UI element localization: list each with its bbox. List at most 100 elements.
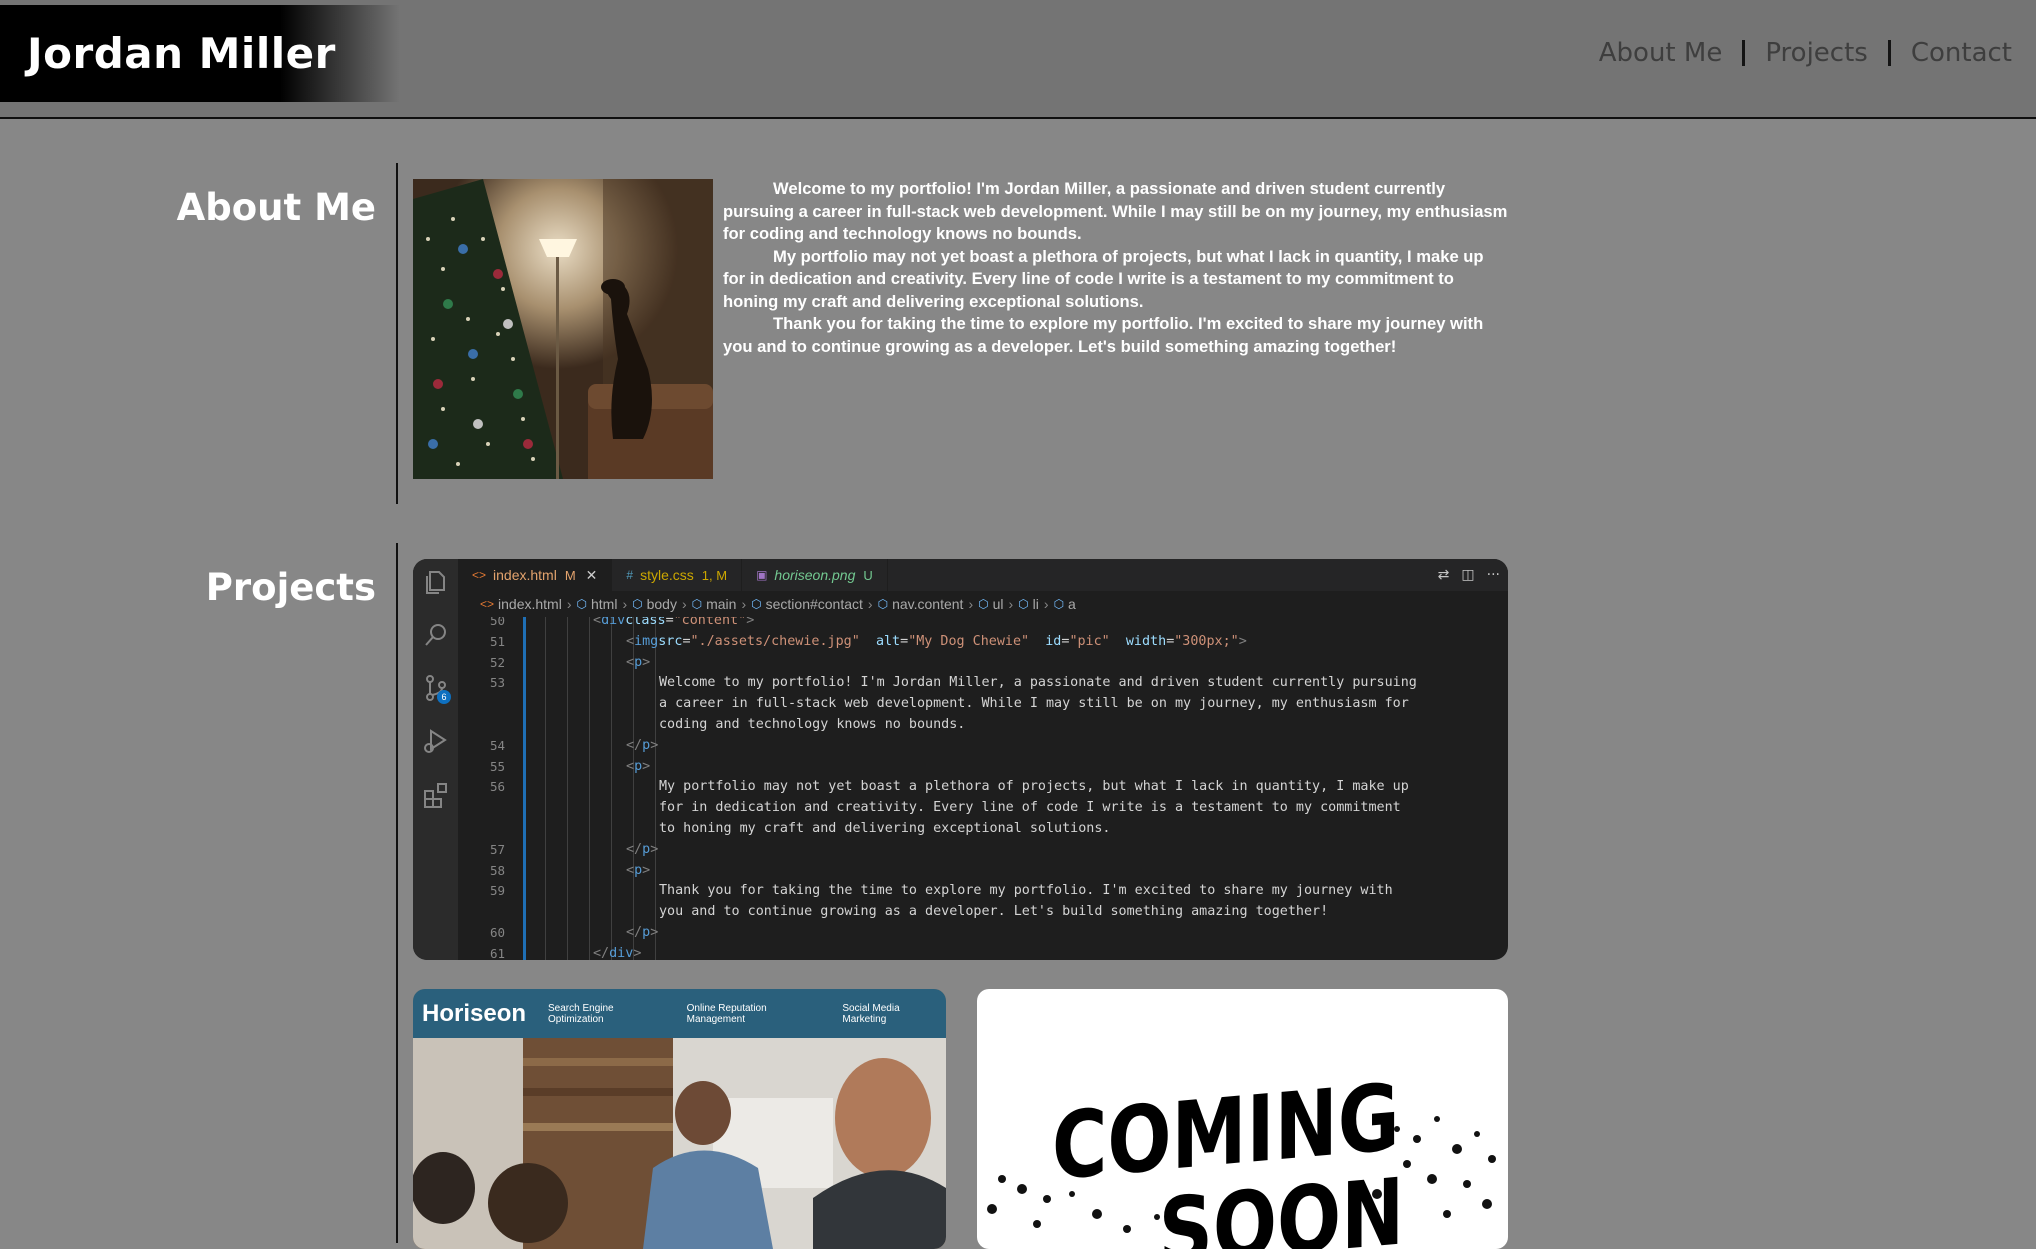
scm-badge: 6: [437, 690, 451, 704]
code-text: <p>: [626, 758, 651, 774]
line-number: 54: [489, 737, 505, 753]
tab-style-css[interactable]: # style.css 1, M: [612, 559, 743, 591]
element-icon: ⬡: [1053, 597, 1065, 611]
code-text: coding and technology knows no bounds.: [659, 717, 966, 732]
code-line: you and to continue growing as a develop…: [458, 902, 1508, 923]
about-paragraph: Welcome to my portfolio! I'm Jordan Mill…: [723, 179, 1508, 243]
code-text: <p>: [626, 862, 651, 878]
code-text: <divclass="content">: [593, 617, 755, 628]
breadcrumb-item[interactable]: ⬡ body ›: [632, 596, 692, 612]
nav-link-contact[interactable]: Contact: [1911, 38, 2012, 68]
code-line: 50 <divclass="content">: [458, 617, 1508, 632]
main-nav: About Me Projects Contact: [1599, 38, 2012, 68]
project-card-coming-soon[interactable]: COMING SOON: [977, 989, 1508, 1249]
code-line: 60 </p>: [458, 923, 1508, 944]
line-number: 53: [489, 675, 505, 691]
code-line: 51 <imgsrc="./assets/chewie.jpg" alt="My …: [458, 632, 1508, 653]
about-photo: [413, 179, 713, 479]
code-line: for in dedication and creativity. Every …: [458, 798, 1508, 819]
horiseon-hero-image: [413, 1038, 946, 1249]
section-divider-line: [396, 163, 398, 504]
compare-changes-icon[interactable]: ⇄: [1438, 567, 1450, 583]
about-heading: About Me: [176, 186, 376, 229]
site-title: Jordan Miller: [27, 29, 336, 78]
split-editor-icon[interactable]: ◫: [1461, 567, 1474, 583]
project-card-horiseon[interactable]: Horiseon Search Engine Optimization Onli…: [413, 989, 946, 1249]
code-text: a career in full-stack web development. …: [659, 696, 1409, 712]
code-line: a career in full-stack web development. …: [458, 694, 1508, 715]
element-icon: ⬡: [691, 597, 703, 611]
breadcrumb-item[interactable]: ⬡ ul ›: [978, 596, 1018, 612]
tab-horiseon-png[interactable]: ▣ horiseon.png U: [742, 559, 888, 591]
code-line: 53 Welcome to my portfolio! I'm Jordan Mi…: [458, 673, 1508, 694]
more-actions-icon[interactable]: ···: [1487, 567, 1500, 583]
code-text: for in dedication and creativity. Every …: [659, 800, 1401, 816]
tab-label: index.html: [493, 567, 557, 583]
about-paragraph: Thank you for taking the time to explore…: [723, 314, 1484, 356]
code-line: 55 <p>: [458, 757, 1508, 778]
editor-tabs: <> index.html M ✕ # style.css 1, M ▣ hor…: [458, 559, 1508, 591]
site-header: Jordan Miller About Me Projects Contact: [0, 0, 2036, 119]
line-number: 51: [489, 633, 505, 649]
element-icon: ⬡: [978, 597, 989, 611]
code-text: My portfolio may not yet boast a plethor…: [659, 779, 1409, 795]
run-debug-icon: [424, 729, 447, 753]
element-icon: ⬡: [1018, 597, 1029, 611]
nav-link-about[interactable]: About Me: [1599, 38, 1723, 68]
line-number: 58: [489, 862, 505, 878]
element-icon: ⬡: [877, 597, 889, 611]
html-file-icon: <>: [472, 568, 487, 582]
code-text: Welcome to my portfolio! I'm Jordan Mill…: [659, 675, 1417, 691]
line-number: 61: [489, 945, 505, 960]
breadcrumb-item[interactable]: ⬡ a: [1054, 596, 1076, 612]
nav-link-projects[interactable]: Projects: [1765, 38, 1868, 68]
code-line: to honing my craft and delivering except…: [458, 819, 1508, 840]
line-number: 57: [489, 841, 505, 857]
tab-index-html[interactable]: <> index.html M ✕: [458, 559, 613, 591]
code-line: 61 </div>: [458, 944, 1508, 960]
code-text: <imgsrc="./assets/chewie.jpg" alt="My Do…: [626, 633, 1247, 649]
line-number: 56: [489, 779, 505, 795]
line-number: 60: [489, 925, 505, 940]
nav-divider: [1742, 40, 1746, 66]
tab-status: 1, M: [701, 567, 728, 583]
projects-heading: Projects: [205, 566, 376, 609]
code-text: </p>: [626, 841, 659, 857]
line-number: 59: [489, 883, 505, 899]
html-file-icon: <>: [480, 597, 495, 611]
code-line: 57 </p>: [458, 840, 1508, 861]
code-line: 59 Thank you for taking the time to explo…: [458, 881, 1508, 902]
breadcrumb-item[interactable]: ⬡ nav.content ›: [878, 596, 979, 612]
about-paragraph: My portfolio may not yet boast a plethor…: [723, 246, 1484, 311]
breadcrumb-item[interactable]: ⬡ section#contact ›: [751, 596, 877, 612]
line-number: 55: [489, 758, 505, 774]
breadcrumb: <> index.html › ⬡ html › ⬡ body › ⬡ main › ⬡ sect…: [458, 591, 1508, 617]
brand-block: Jordan Miller: [0, 5, 400, 102]
breadcrumb-item[interactable]: ⬡ html ›: [577, 596, 633, 612]
code-text: <p>: [626, 654, 651, 670]
close-icon[interactable]: ✕: [586, 567, 598, 584]
search-icon: [425, 624, 446, 646]
code-text: you and to continue growing as a develop…: [659, 904, 1329, 920]
line-number: 52: [489, 654, 505, 670]
line-number: 50: [489, 617, 505, 628]
code-text: to honing my craft and delivering except…: [659, 821, 1111, 836]
tab-label: horiseon.png: [774, 567, 856, 583]
breadcrumb-item[interactable]: <> index.html ›: [480, 596, 577, 612]
code-text: Thank you for taking the time to explore…: [659, 883, 1393, 899]
code-text: </p>: [626, 737, 659, 753]
breadcrumb-item[interactable]: ⬡ li ›: [1018, 596, 1053, 612]
tab-actions: ⇄ ◫ ···: [1438, 567, 1500, 583]
tab-label: style.css: [640, 567, 694, 583]
horiseon-nav-item: Search Engine Optimization: [548, 1002, 614, 1025]
project-card-code-screenshot[interactable]: 6 <> index.html M ✕ # style.css 1, M ▣ h…: [413, 559, 1508, 960]
horiseon-header: Horiseon Search Engine Optimization Onli…: [413, 989, 946, 1038]
css-file-icon: #: [626, 568, 634, 582]
element-icon: ⬡: [632, 597, 643, 611]
breadcrumb-item[interactable]: ⬡ main ›: [692, 596, 752, 612]
section-divider-line: [396, 543, 398, 1243]
activity-bar: 6: [413, 559, 458, 960]
image-file-icon: ▣: [756, 568, 768, 582]
code-line: coding and technology knows no bounds.: [458, 715, 1508, 736]
coming-soon-image: COMING SOON: [987, 1063, 1496, 1249]
